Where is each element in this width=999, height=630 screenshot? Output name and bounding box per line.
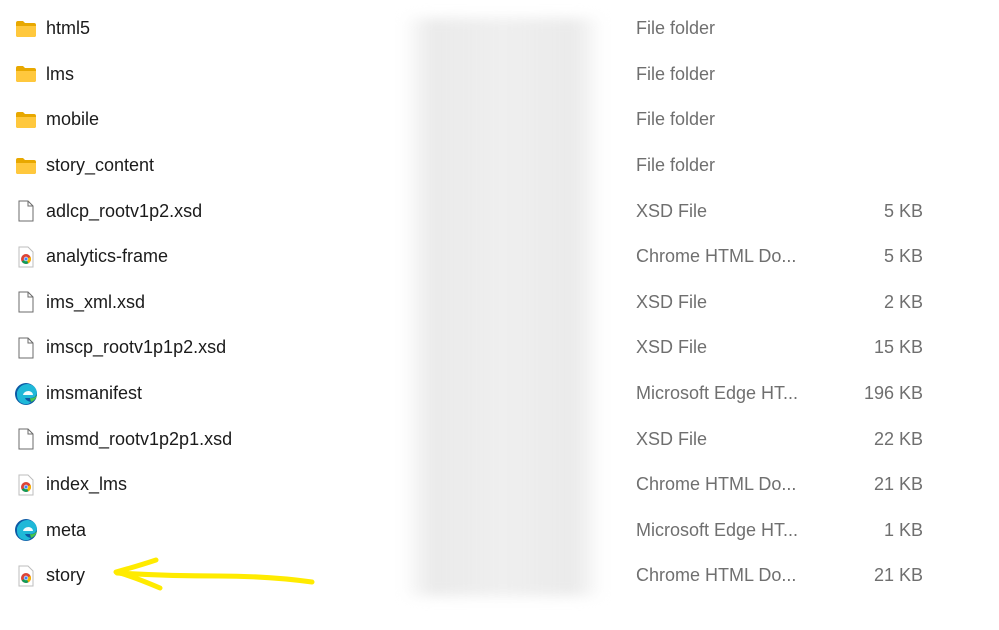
chrome-html-icon — [14, 564, 38, 588]
file-name: lms — [46, 63, 74, 84]
file-icon — [14, 199, 38, 223]
edge-icon — [14, 518, 38, 542]
file-type: File folder — [636, 63, 716, 84]
file-icon — [14, 336, 38, 360]
file-name: imscp_rootv1p1p2.xsd — [46, 337, 227, 358]
file-name: story — [46, 565, 86, 586]
file-type: File folder — [636, 18, 716, 39]
file-size: 21 KB — [873, 474, 923, 495]
file-list: html5 File folder lms File folder mobile… — [0, 6, 999, 599]
file-size: 2 KB — [883, 291, 923, 312]
file-type: Chrome HTML Do... — [636, 246, 797, 267]
file-name: html5 — [46, 18, 91, 39]
file-row[interactable]: index_lms Chrome HTML Do... 21 KB — [0, 462, 999, 508]
folder-icon — [14, 154, 38, 178]
file-size: 5 KB — [883, 246, 923, 267]
file-row[interactable]: ims_xml.xsd XSD File 2 KB — [0, 280, 999, 326]
folder-icon — [14, 17, 38, 41]
file-type: File folder — [636, 109, 716, 130]
file-name: imsmd_rootv1p2p1.xsd — [46, 428, 233, 449]
file-name: analytics-frame — [46, 246, 169, 267]
file-type: XSD File — [636, 337, 708, 358]
file-type: File folder — [636, 155, 716, 176]
file-type: XSD File — [636, 291, 708, 312]
file-type: Chrome HTML Do... — [636, 474, 797, 495]
annotation-arrow-icon — [113, 557, 315, 591]
file-name: meta — [46, 519, 87, 540]
file-size: 15 KB — [873, 337, 923, 358]
file-type: XSD File — [636, 200, 708, 221]
folder-icon — [14, 62, 38, 86]
chrome-html-icon — [14, 473, 38, 497]
file-size: 1 KB — [883, 519, 923, 540]
file-row[interactable]: story_content File folder — [0, 143, 999, 189]
file-row[interactable]: imsmanifest Microsoft Edge HT... 196 KB — [0, 371, 999, 417]
file-type: Microsoft Edge HT... — [636, 383, 799, 404]
file-row[interactable]: adlcp_rootv1p2.xsd XSD File 5 KB — [0, 188, 999, 234]
file-size: 196 KB — [863, 383, 923, 404]
file-row[interactable]: mobile File folder — [0, 97, 999, 143]
file-row[interactable]: lms File folder — [0, 52, 999, 98]
file-name: ims_xml.xsd — [46, 291, 146, 312]
file-size: 5 KB — [883, 200, 923, 221]
file-row[interactable]: analytics-frame Chrome HTML Do... 5 KB — [0, 234, 999, 280]
file-name: mobile — [46, 109, 100, 130]
file-name: imsmanifest — [46, 383, 143, 404]
file-row[interactable]: meta Microsoft Edge HT... 1 KB — [0, 508, 999, 554]
file-icon — [14, 290, 38, 314]
file-name: index_lms — [46, 474, 128, 495]
file-name: story_content — [46, 155, 155, 176]
file-row[interactable]: html5 File folder — [0, 6, 999, 52]
edge-icon — [14, 382, 38, 406]
file-size: 22 KB — [873, 428, 923, 449]
file-type: Chrome HTML Do... — [636, 565, 797, 586]
file-type: Microsoft Edge HT... — [636, 519, 799, 540]
file-row[interactable]: imscp_rootv1p1p2.xsd XSD File 15 KB — [0, 325, 999, 371]
file-icon — [14, 427, 38, 451]
file-size: 21 KB — [873, 565, 923, 586]
file-type: XSD File — [636, 428, 708, 449]
file-row[interactable]: imsmd_rootv1p2p1.xsd XSD File 22 KB — [0, 416, 999, 462]
file-name: adlcp_rootv1p2.xsd — [46, 200, 203, 221]
chrome-html-icon — [14, 245, 38, 269]
folder-icon — [14, 108, 38, 132]
